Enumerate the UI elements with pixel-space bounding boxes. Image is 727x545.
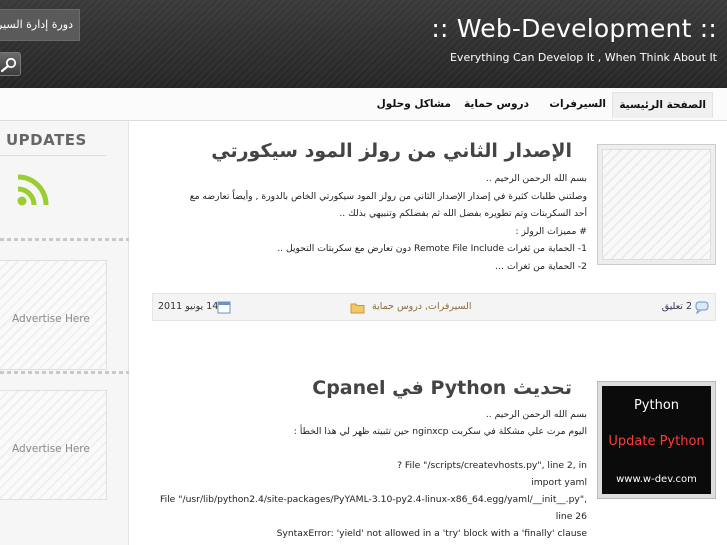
nav-item-home[interactable]: الصفحة الرئيسية: [612, 92, 713, 118]
excerpt-line: 1- الحماية من ثغرات Remote File Include …: [277, 243, 587, 255]
nav-item-security-lessons[interactable]: دروس حماية: [464, 98, 529, 110]
excerpt-line: وصلتني طلبات كثيرة في إصدار الإصدار الثا…: [189, 190, 587, 202]
banner-url: www.w-dev.com: [616, 474, 697, 485]
top-course-link[interactable]: دورة إدارة السيرفرات: [0, 9, 80, 41]
sidebar: UPDATES Advertise Here Advertise Here: [0, 121, 129, 545]
python-banner: Python Update Python www.w-dev.com: [602, 386, 711, 494]
post-title[interactable]: تحديث Python في Cpanel: [312, 377, 572, 399]
calendar-icon: [217, 301, 231, 314]
excerpt-line: بسم الله الرحمن الرحيم ..: [485, 173, 587, 184]
post-title[interactable]: الإصدار الثاني من رولز المود سيكورتي: [211, 140, 572, 162]
top-course-label: دورة إدارة السيرفرات: [0, 18, 73, 31]
comments-link[interactable]: 2 تعليق: [662, 301, 692, 312]
code-line: line 26: [555, 511, 587, 522]
code-line: ? File "/scripts/createvhosts.py", line …: [397, 460, 587, 471]
post-excerpt: بسم الله الرحمن الرحيم .. اليوم مرت علي …: [157, 406, 587, 542]
updates-heading: UPDATES: [6, 131, 87, 149]
site-header: دورة إدارة السيرفرات :: Web-Development …: [0, 0, 727, 88]
rss-feed-icon[interactable]: [16, 171, 52, 207]
updates-divider: [0, 155, 106, 156]
code-line: File "/usr/lib/python2.4/site-packages/P…: [159, 494, 587, 505]
excerpt-line: اليوم مرت علي مشكلة في سكربت nginxcp حين…: [293, 426, 587, 437]
post-date: 14 يونيو 2011: [158, 301, 219, 312]
post-thumbnail[interactable]: Python Update Python www.w-dev.com: [597, 381, 716, 499]
site-title[interactable]: :: Web-Development ::: [431, 14, 717, 43]
post-categories[interactable]: السيرفرات, دروس حماية: [372, 301, 472, 312]
nav-item-problems-solutions[interactable]: مشاكل وحلول: [377, 98, 451, 110]
advertise-slot-2[interactable]: Advertise Here: [0, 390, 107, 500]
advertise-label: Advertise Here: [12, 313, 90, 325]
comment-icon: [695, 301, 709, 314]
sidebar-divider: [0, 371, 129, 374]
site-description: Everything Can Develop It , When Think A…: [449, 51, 717, 64]
code-line: import yaml: [531, 477, 587, 488]
search-button[interactable]: [0, 52, 21, 76]
post-meta-bar: 2 تعليق السيرفرات, دروس حماية 14 يونيو 2…: [152, 293, 716, 321]
folder-icon: [350, 303, 365, 314]
nav-item-servers[interactable]: السيرفرات: [549, 98, 606, 110]
banner-line: Update Python: [608, 434, 705, 449]
excerpt-line: أحد السكربتات وتم تطويره بفضل الله ثم بف…: [339, 208, 587, 220]
excerpt-line: بسم الله الرحمن الرحيم ..: [485, 409, 587, 420]
excerpt-line: # مميزات الرولز :: [515, 225, 587, 237]
advertise-label: Advertise Here: [12, 443, 90, 455]
post-excerpt: بسم الله الرحمن الرحيم .. وصلتني طلبات ك…: [157, 170, 587, 276]
main-nav: الصفحة الرئيسية السيرفرات دروس حماية مشا…: [0, 88, 727, 121]
sidebar-divider: [0, 238, 129, 241]
thumbnail-placeholder: [602, 149, 711, 260]
search-icon: [1, 57, 17, 73]
code-line: SyntaxError: 'yield' not allowed in a 't…: [276, 528, 587, 539]
excerpt-line: [157, 440, 587, 457]
excerpt-line: 2- الحماية من ثغرات …: [494, 260, 587, 272]
advertise-slot-1[interactable]: Advertise Here: [0, 260, 107, 370]
banner-line: Python: [633, 398, 680, 413]
post-thumbnail[interactable]: [597, 144, 716, 265]
